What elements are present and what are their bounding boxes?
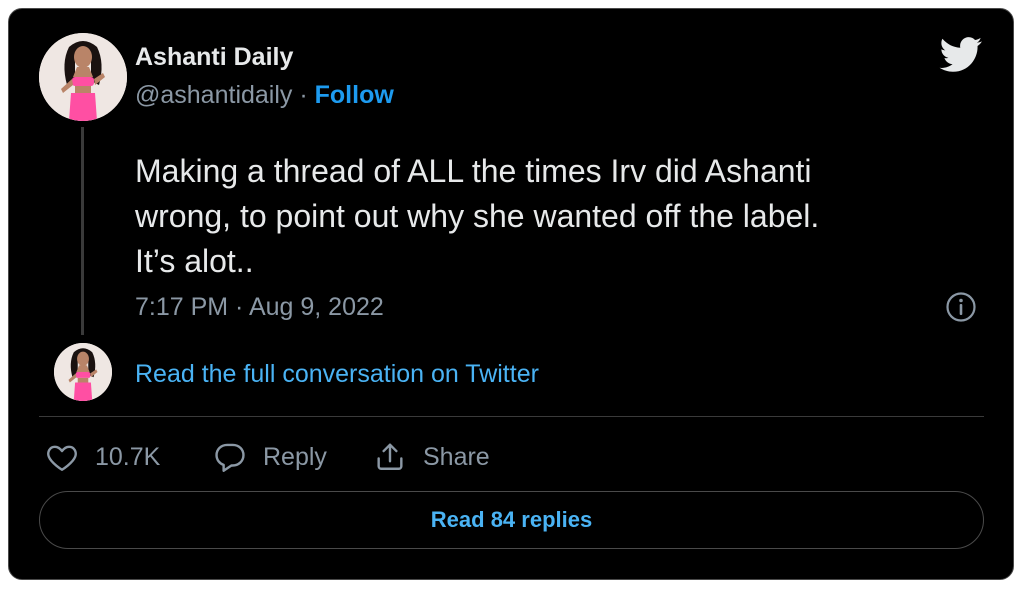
reply-label: Reply (263, 442, 327, 471)
tweet-text: Making a thread of ALL the times Irv did… (135, 153, 820, 279)
read-replies-button[interactable]: Read 84 replies (39, 491, 984, 549)
author-avatar-image (39, 33, 127, 121)
author-handle[interactable]: @ashantidaily (135, 81, 292, 109)
speech-bubble-icon (215, 443, 245, 472)
tweet-embed-card: Ashanti Daily @ashantidaily · Follow Mak… (8, 8, 1014, 580)
like-count: 10.7K (95, 442, 161, 471)
author-handle-row: @ashantidaily · Follow (135, 81, 394, 110)
like-button[interactable]: 10.7K (45, 439, 160, 475)
handle-separator: · (292, 81, 315, 109)
share-upload-icon (377, 443, 403, 470)
twitter-bird-icon[interactable] (939, 37, 983, 73)
follow-button[interactable]: Follow (315, 81, 394, 109)
info-icon[interactable] (945, 291, 977, 323)
read-replies-label: Read 84 replies (430, 507, 593, 532)
heart-icon (47, 445, 77, 471)
thread-avatar-image (54, 343, 112, 401)
reply-button[interactable]: Reply (213, 439, 327, 475)
author-avatar[interactable] (39, 33, 127, 121)
thread-connector-line (81, 127, 84, 335)
tweet-timestamp[interactable]: 7:17 PM · Aug 9, 2022 (135, 293, 384, 322)
thread-avatar[interactable] (54, 343, 112, 401)
share-button[interactable]: Share (373, 439, 490, 475)
share-label: Share (423, 442, 490, 471)
actions-divider (39, 416, 984, 417)
read-full-conversation-link[interactable]: Read the full conversation on Twitter (135, 360, 539, 389)
author-display-name[interactable]: Ashanti Daily (135, 43, 293, 72)
